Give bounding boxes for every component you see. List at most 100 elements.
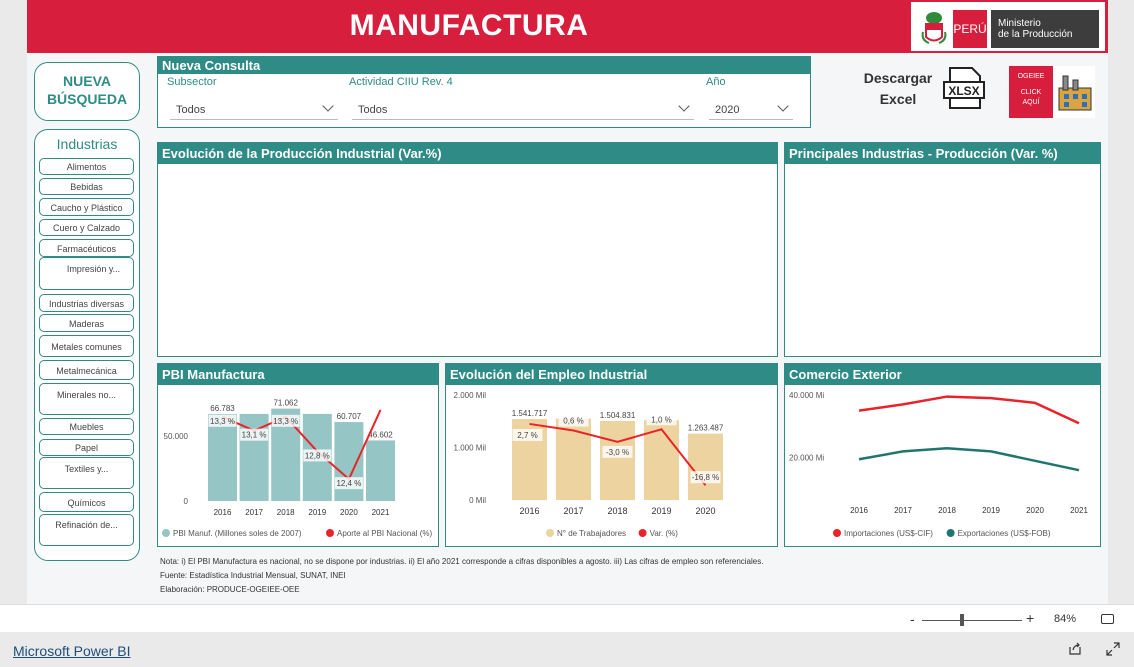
industry-item-bebidas[interactable]: Bebidas bbox=[39, 178, 134, 195]
industry-item-metalmecanica[interactable]: Metalmecánica bbox=[39, 360, 134, 380]
activity-label: Actividad CIIU Rev. 4 bbox=[349, 76, 453, 88]
industry-item-papel[interactable]: Papel bbox=[39, 439, 134, 456]
year-select[interactable]: 2020 bbox=[709, 98, 793, 120]
legend-marker bbox=[946, 529, 955, 537]
top-industries-panel: Principales Industrias - Producción (Var… bbox=[784, 142, 1101, 357]
x-tick-label: 2020 bbox=[695, 506, 715, 516]
activity-select[interactable]: Todos bbox=[352, 98, 694, 120]
industry-item-impresion[interactable]: Impresión y... bbox=[39, 257, 134, 290]
line-value-label: 12,4 % bbox=[336, 479, 361, 488]
legend-label: Importaciones (US$-CIF) bbox=[844, 529, 933, 538]
x-tick-label: 2020 bbox=[340, 508, 358, 517]
industry-item-minerales[interactable]: Minerales no... bbox=[39, 383, 134, 415]
x-tick-label: 2021 bbox=[372, 508, 390, 517]
top-industries-title: Principales Industrias - Producción (Var… bbox=[785, 143, 1100, 164]
factory-icon bbox=[1058, 75, 1092, 111]
new-search-line1: NUEVA bbox=[63, 73, 111, 89]
fit-to-page-icon[interactable] bbox=[1101, 614, 1114, 624]
industry-item-textiles[interactable]: Textiles y... bbox=[39, 457, 134, 489]
bar-value-label: 60.707 bbox=[337, 412, 362, 421]
xlsx-file-icon[interactable]: XLSX bbox=[942, 66, 986, 110]
x-tick-label: 2019 bbox=[651, 506, 671, 516]
line-value-label: -16,8 % bbox=[692, 473, 720, 482]
x-tick-label: 2018 bbox=[277, 508, 295, 517]
industry-item-diversas[interactable]: Industrias diversas bbox=[39, 294, 134, 312]
trade-title: Comercio Exterior bbox=[785, 364, 1100, 385]
x-tick-label: 2016 bbox=[214, 508, 232, 517]
x-tick-label: 2019 bbox=[308, 508, 326, 517]
ogeiee-line3: AQUÍ bbox=[1022, 99, 1040, 106]
industry-item-metales[interactable]: Metales comunes bbox=[39, 335, 134, 357]
footer: Microsoft Power BI bbox=[0, 632, 1134, 667]
ogeiee-badge: OGEIEE CLICK AQUÍ bbox=[1009, 66, 1053, 118]
line-value-label: 13,1 % bbox=[242, 431, 267, 440]
x-tick-label: 2017 bbox=[245, 508, 263, 517]
note-line2: Fuente: Estadística Industrial Mensual, … bbox=[160, 571, 346, 580]
share-icon[interactable] bbox=[1068, 642, 1082, 656]
legend-marker bbox=[326, 529, 334, 537]
download-line2: Excel bbox=[879, 91, 917, 107]
pbi-bar bbox=[334, 422, 364, 501]
industry-item-alimentos[interactable]: Alimentos bbox=[39, 158, 134, 175]
production-evolution-panel: Evolución de la Producción Industrial (V… bbox=[157, 142, 778, 357]
bar-value-label: 46.602 bbox=[368, 430, 393, 439]
pbi-title: PBI Manufactura bbox=[158, 364, 438, 385]
year-value: 2020 bbox=[715, 104, 740, 116]
pbi-bar bbox=[366, 440, 395, 501]
y-tick-label: 0 Mil bbox=[469, 496, 486, 505]
legend-marker bbox=[833, 529, 841, 537]
chevron-down-icon bbox=[777, 100, 789, 112]
zoom-slider-thumb[interactable] bbox=[960, 614, 964, 626]
trade-panel: Comercio Exterior 40.000 Mi 20.000 Mi 2016… bbox=[784, 363, 1101, 547]
x-tick-label: 2016 bbox=[850, 506, 868, 515]
industry-item-quimicos[interactable]: Químicos bbox=[39, 492, 134, 512]
employment-bar bbox=[688, 433, 723, 500]
line-value-label: -3,0 % bbox=[606, 448, 629, 457]
powerbi-app: MANUFACTURA PERÚ Ministerio de la Produc… bbox=[0, 0, 1134, 667]
bar-value-label: 66.783 bbox=[210, 404, 235, 413]
zoom-out-button[interactable]: - bbox=[910, 611, 915, 627]
line-value-label: 12,8 % bbox=[305, 451, 330, 460]
pbi-bar bbox=[208, 414, 237, 501]
x-tick-label: 2020 bbox=[1026, 506, 1044, 515]
ogeiee-line2: CLICK bbox=[1020, 89, 1042, 96]
chevron-down-icon bbox=[322, 100, 334, 112]
legend-label: PBI Manuf. (Millones soles de 2007) bbox=[173, 529, 302, 538]
industry-item-refinacion[interactable]: Refinación de... bbox=[39, 514, 134, 546]
industry-item-farmaceuticos[interactable]: Farmacéuticos bbox=[39, 239, 134, 257]
industry-item-cuero[interactable]: Cuero y Calzado bbox=[39, 219, 134, 236]
line-value-label: 1,0 % bbox=[651, 415, 671, 424]
ogeiee-line1: OGEIEE bbox=[1017, 73, 1045, 80]
legend-label: Var. (%) bbox=[650, 529, 679, 538]
zoom-slider[interactable] bbox=[922, 620, 1022, 621]
industry-item-maderas[interactable]: Maderas bbox=[39, 314, 134, 332]
bar-value-label: 1.541.717 bbox=[512, 409, 548, 418]
x-tick-label: 2017 bbox=[563, 506, 583, 516]
line-value-label: 13,3 % bbox=[273, 417, 298, 426]
bar-value-label: 1.504.831 bbox=[600, 411, 636, 420]
imports-line bbox=[858, 395, 1080, 425]
year-label: Año bbox=[706, 76, 726, 88]
ogeiee-link[interactable]: OGEIEE CLICK AQUÍ bbox=[1009, 66, 1095, 118]
trade-chart: 40.000 Mi 20.000 Mi 2016 2017 2018 2019 2020 20… bbox=[789, 391, 1088, 538]
x-tick-label: 2017 bbox=[894, 506, 912, 515]
employment-panel: Evolución del Empleo Industrial 2.000 Mi… bbox=[445, 363, 778, 547]
zoom-in-button[interactable]: + bbox=[1026, 610, 1034, 626]
powerbi-link[interactable]: Microsoft Power BI bbox=[13, 643, 130, 659]
status-bar: - + 84% bbox=[0, 604, 1134, 632]
notes: Nota: i) El PBI Manufactura es nacional,… bbox=[160, 555, 763, 597]
industry-item-muebles[interactable]: Muebles bbox=[39, 418, 134, 435]
fullscreen-icon[interactable] bbox=[1106, 642, 1120, 656]
bar-value-label: 71.062 bbox=[273, 399, 298, 408]
y-tick-label: 0 bbox=[184, 497, 189, 506]
x-tick-label: 2021 bbox=[1070, 506, 1088, 515]
legend-marker bbox=[162, 529, 170, 537]
new-search-button[interactable]: NUEVA BÚSQUEDA bbox=[34, 62, 140, 121]
x-tick-label: 2018 bbox=[938, 506, 956, 515]
note-line3: Elaboración: PRODUCE-OGEIEE-OEE bbox=[160, 585, 300, 594]
x-tick-label: 2016 bbox=[519, 506, 539, 516]
industry-item-caucho[interactable]: Caucho y Plástico bbox=[39, 198, 134, 216]
subsector-select[interactable]: Todos bbox=[170, 98, 338, 120]
legend-label: N° de Trabajadores bbox=[557, 529, 626, 538]
pbi-panel: PBI Manufactura 50.000 0 2016 66.783 2017 201… bbox=[157, 363, 439, 547]
